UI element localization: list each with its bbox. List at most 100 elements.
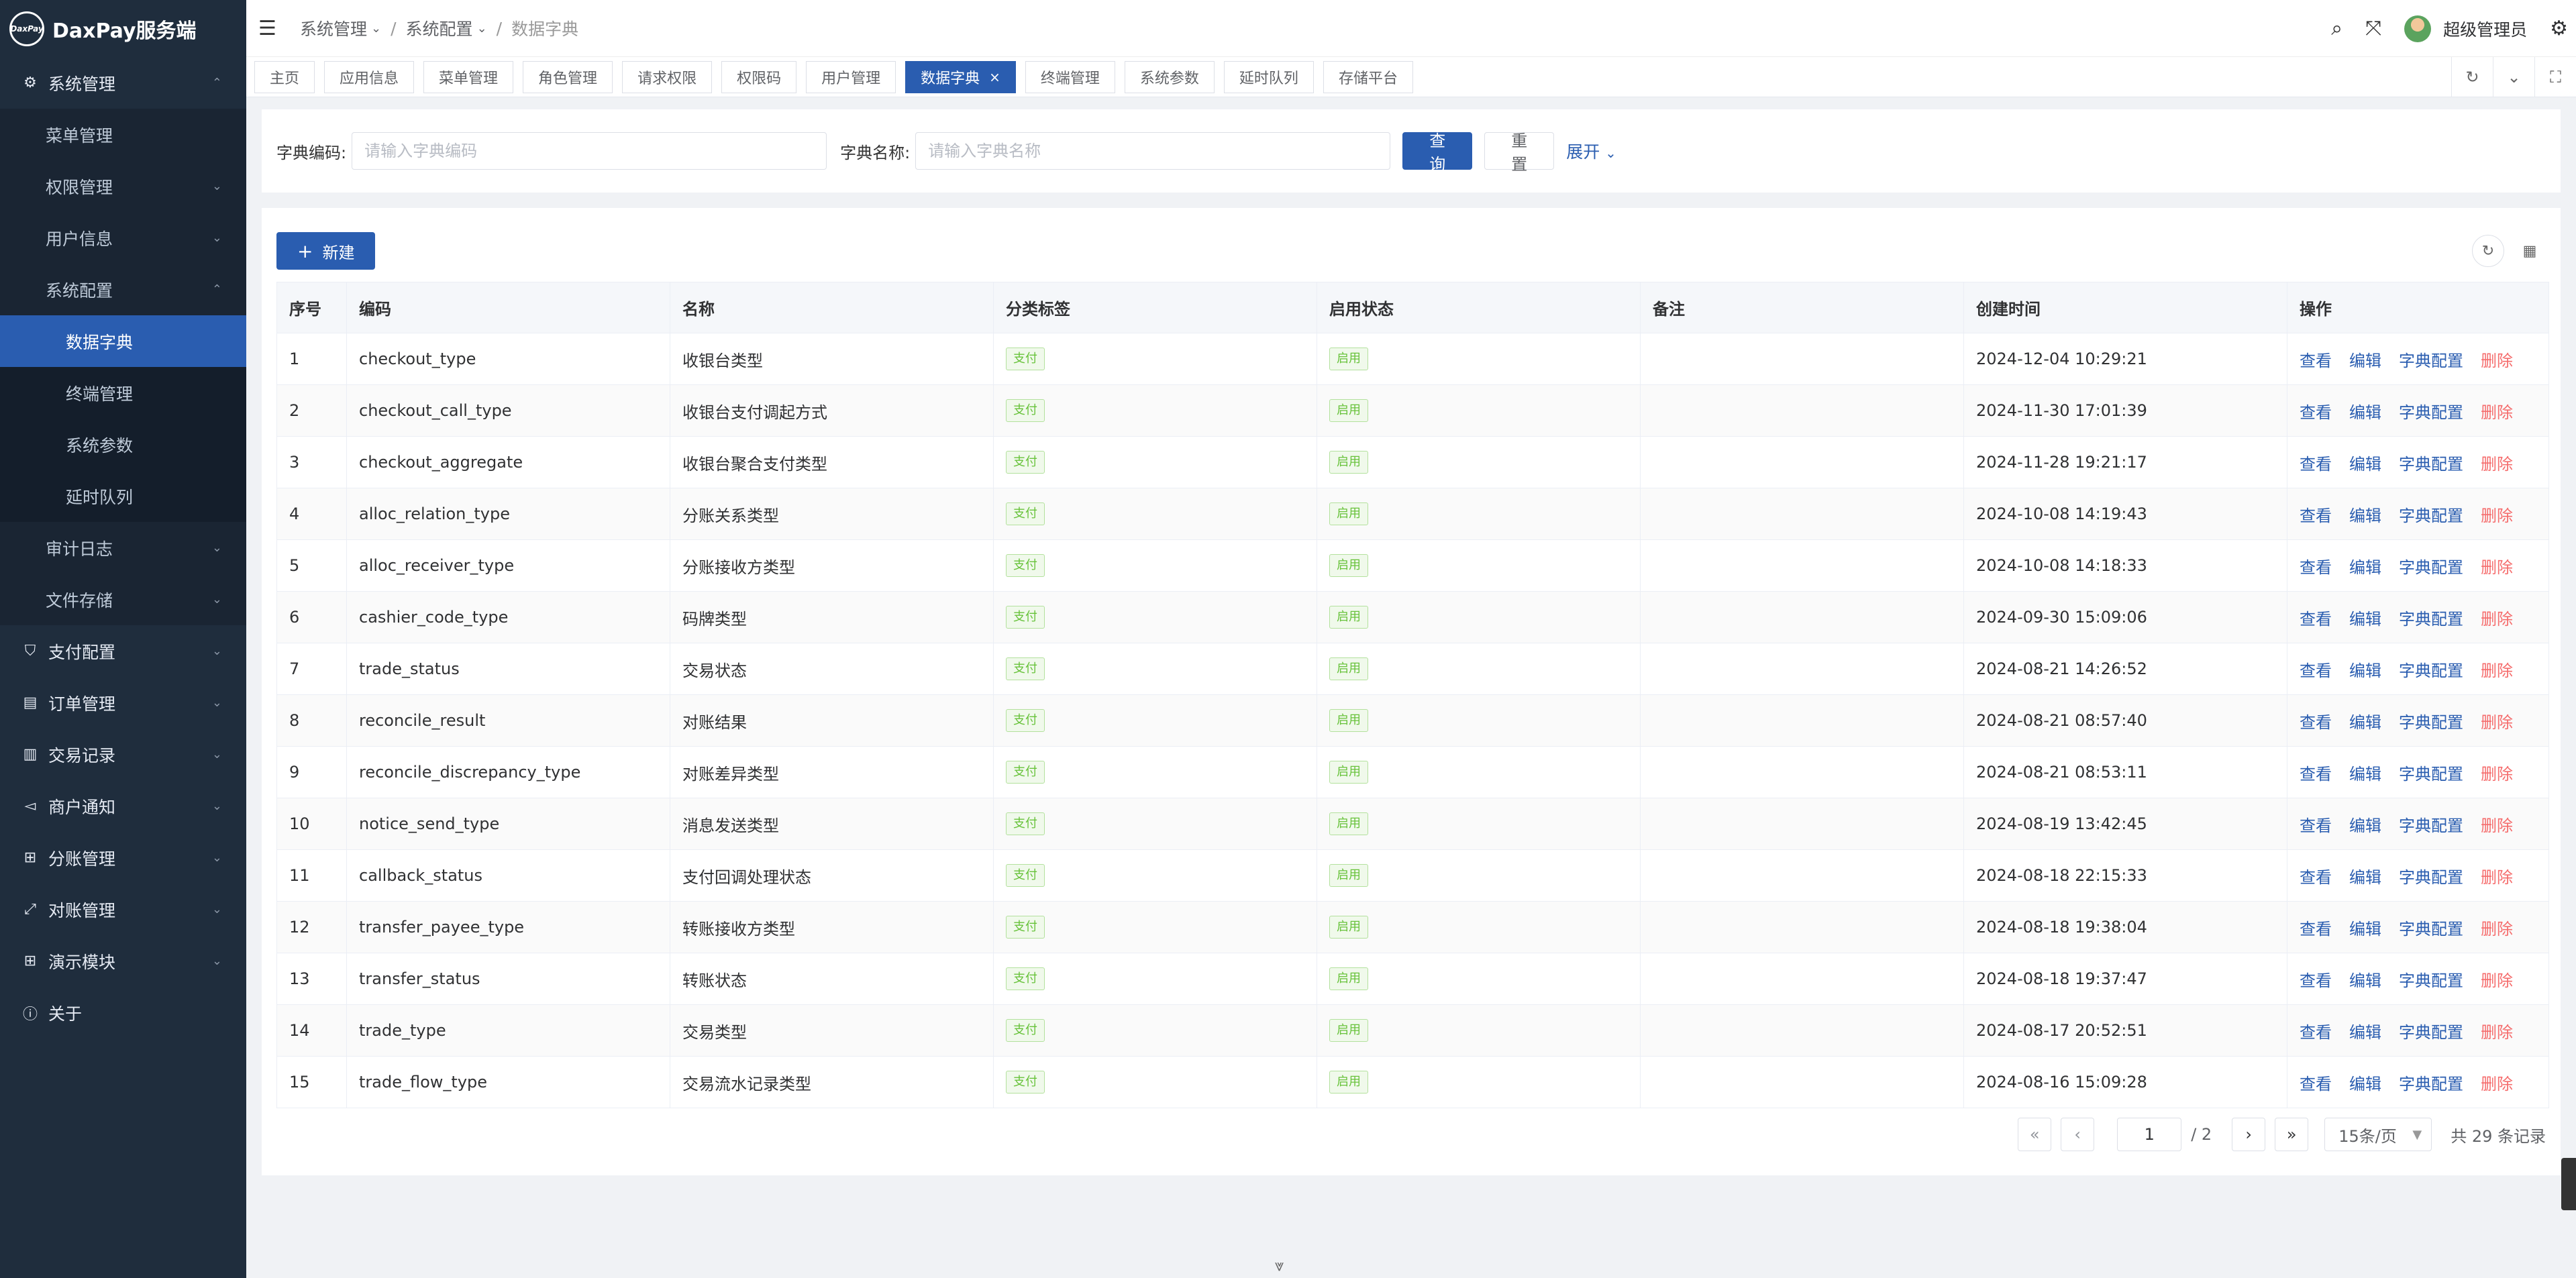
- edit-link[interactable]: 编辑: [2349, 1023, 2381, 1042]
- delete-link[interactable]: 删除: [2481, 1023, 2513, 1042]
- close-icon[interactable]: ×: [989, 69, 1000, 85]
- edit-link[interactable]: 编辑: [2349, 507, 2381, 525]
- edit-link[interactable]: 编辑: [2349, 455, 2381, 474]
- delete-link[interactable]: 删除: [2481, 816, 2513, 835]
- tab-1[interactable]: 应用信息: [324, 60, 415, 93]
- query-button[interactable]: 查询: [1402, 131, 1473, 174]
- delete-link[interactable]: 删除: [2481, 920, 2513, 939]
- view-link[interactable]: 查看: [2300, 920, 2332, 939]
- view-link[interactable]: 查看: [2300, 1023, 2332, 1042]
- view-link[interactable]: 查看: [2300, 403, 2332, 422]
- view-link[interactable]: 查看: [2300, 765, 2332, 784]
- next-page-icon[interactable]: ›: [2232, 1118, 2266, 1151]
- side-drawer-handle[interactable]: [2561, 1158, 2576, 1210]
- edit-link[interactable]: 编辑: [2349, 661, 2381, 680]
- dict-config-link[interactable]: 字典配置: [2399, 403, 2463, 422]
- view-link[interactable]: 查看: [2300, 610, 2332, 629]
- settings-gear-icon[interactable]: ⚙: [2550, 17, 2568, 40]
- dict-config-link[interactable]: 字典配置: [2399, 558, 2463, 577]
- delete-link[interactable]: 删除: [2481, 971, 2513, 990]
- tab-11[interactable]: 存储平台: [1323, 60, 1413, 93]
- first-page-icon[interactable]: «: [2018, 1118, 2052, 1151]
- tab-4[interactable]: 请求权限: [622, 60, 713, 93]
- edit-link[interactable]: 编辑: [2349, 765, 2381, 784]
- view-link[interactable]: 查看: [2300, 816, 2332, 835]
- dict-config-link[interactable]: 字典配置: [2399, 713, 2463, 732]
- tab-7[interactable]: 数据字典 ×: [905, 60, 1016, 93]
- dict-config-link[interactable]: 字典配置: [2399, 1023, 2463, 1042]
- fullscreen-icon[interactable]: ⤧: [2365, 17, 2381, 40]
- view-link[interactable]: 查看: [2300, 507, 2332, 525]
- prev-page-icon[interactable]: ‹: [2061, 1118, 2095, 1151]
- refresh-icon[interactable]: ↻: [2472, 235, 2504, 267]
- edit-link[interactable]: 编辑: [2349, 971, 2381, 990]
- refresh-tab-icon[interactable]: ↻: [2451, 57, 2493, 97]
- delete-link[interactable]: 删除: [2481, 403, 2513, 422]
- sidebar-item-5[interactable]: 数据字典: [0, 315, 246, 367]
- last-page-icon[interactable]: »: [2275, 1118, 2309, 1151]
- edit-link[interactable]: 编辑: [2349, 868, 2381, 887]
- breadcrumb-item-config[interactable]: 系统配置: [406, 16, 473, 40]
- sidebar-item-16[interactable]: ⤢ 对账管理 ⌄: [0, 884, 246, 935]
- sidebar-item-4[interactable]: 系统配置 ⌃: [0, 264, 246, 315]
- delete-link[interactable]: 删除: [2481, 558, 2513, 577]
- dict-config-link[interactable]: 字典配置: [2399, 610, 2463, 629]
- sidebar-item-14[interactable]: ◅ 商户通知 ⌄: [0, 780, 246, 832]
- dict-config-link[interactable]: 字典配置: [2399, 868, 2463, 887]
- edit-link[interactable]: 编辑: [2349, 403, 2381, 422]
- edit-link[interactable]: 编辑: [2349, 610, 2381, 629]
- delete-link[interactable]: 删除: [2481, 713, 2513, 732]
- dict-config-link[interactable]: 字典配置: [2399, 352, 2463, 370]
- sidebar-item-9[interactable]: 审计日志 ⌄: [0, 522, 246, 574]
- delete-link[interactable]: 删除: [2481, 455, 2513, 474]
- sidebar-item-8[interactable]: 延时队列: [0, 470, 246, 522]
- view-link[interactable]: 查看: [2300, 971, 2332, 990]
- edit-link[interactable]: 编辑: [2349, 816, 2381, 835]
- sidebar-item-15[interactable]: ⊞ 分账管理 ⌄: [0, 832, 246, 884]
- sidebar-item-10[interactable]: 文件存储 ⌄: [0, 574, 246, 625]
- menu-fold-icon[interactable]: ☰: [258, 17, 285, 40]
- dict-config-link[interactable]: 字典配置: [2399, 455, 2463, 474]
- view-link[interactable]: 查看: [2300, 868, 2332, 887]
- edit-link[interactable]: 编辑: [2349, 558, 2381, 577]
- delete-link[interactable]: 删除: [2481, 661, 2513, 680]
- sidebar-item-11[interactable]: ⛉ 支付配置 ⌄: [0, 625, 246, 677]
- sidebar-item-3[interactable]: 用户信息 ⌄: [0, 212, 246, 264]
- dict-config-link[interactable]: 字典配置: [2399, 971, 2463, 990]
- breadcrumb-item-system[interactable]: 系统管理: [300, 16, 367, 40]
- sidebar-item-1[interactable]: 菜单管理: [0, 109, 246, 160]
- collapse-footer-icon[interactable]: ⩔: [1275, 1256, 1284, 1275]
- expand-link[interactable]: 展开 ⌄: [1566, 139, 1616, 163]
- dict-config-link[interactable]: 字典配置: [2399, 661, 2463, 680]
- sidebar-item-13[interactable]: ▥ 交易记录 ⌄: [0, 729, 246, 780]
- dict-config-link[interactable]: 字典配置: [2399, 507, 2463, 525]
- dict-config-link[interactable]: 字典配置: [2399, 1075, 2463, 1094]
- sidebar-item-0[interactable]: ⚙ 系统管理 ⌃: [0, 57, 246, 109]
- dict-config-link[interactable]: 字典配置: [2399, 920, 2463, 939]
- tab-3[interactable]: 角色管理: [523, 60, 613, 93]
- view-link[interactable]: 查看: [2300, 1075, 2332, 1094]
- sidebar-item-7[interactable]: 系统参数: [0, 419, 246, 470]
- view-link[interactable]: 查看: [2300, 558, 2332, 577]
- page-size-select[interactable]: 15条/页 ▼: [2324, 1118, 2432, 1151]
- new-button[interactable]: + 新建: [276, 232, 376, 270]
- tab-10[interactable]: 延时队列: [1223, 60, 1314, 93]
- edit-link[interactable]: 编辑: [2349, 1075, 2381, 1094]
- sidebar-item-18[interactable]: ⓘ 关于: [0, 987, 246, 1039]
- reset-button[interactable]: 重置: [1484, 131, 1555, 174]
- maximize-icon[interactable]: ⛶: [2534, 57, 2576, 97]
- view-link[interactable]: 查看: [2300, 713, 2332, 732]
- edit-link[interactable]: 编辑: [2349, 920, 2381, 939]
- app-logo[interactable]: DaxPay DaxPay服务端: [0, 0, 246, 57]
- sidebar-item-17[interactable]: ⊞ 演示模块 ⌄: [0, 935, 246, 987]
- dict-name-input[interactable]: [915, 132, 1391, 170]
- tab-5[interactable]: 权限码: [721, 60, 797, 93]
- edit-link[interactable]: 编辑: [2349, 713, 2381, 732]
- dict-config-link[interactable]: 字典配置: [2399, 765, 2463, 784]
- dict-code-input[interactable]: [352, 132, 827, 170]
- view-link[interactable]: 查看: [2300, 455, 2332, 474]
- tab-menu-chevron-icon[interactable]: ⌄: [2493, 57, 2534, 97]
- edit-link[interactable]: 编辑: [2349, 352, 2381, 370]
- search-icon[interactable]: ⌕: [2331, 17, 2342, 40]
- sidebar-item-12[interactable]: ▤ 订单管理 ⌄: [0, 677, 246, 729]
